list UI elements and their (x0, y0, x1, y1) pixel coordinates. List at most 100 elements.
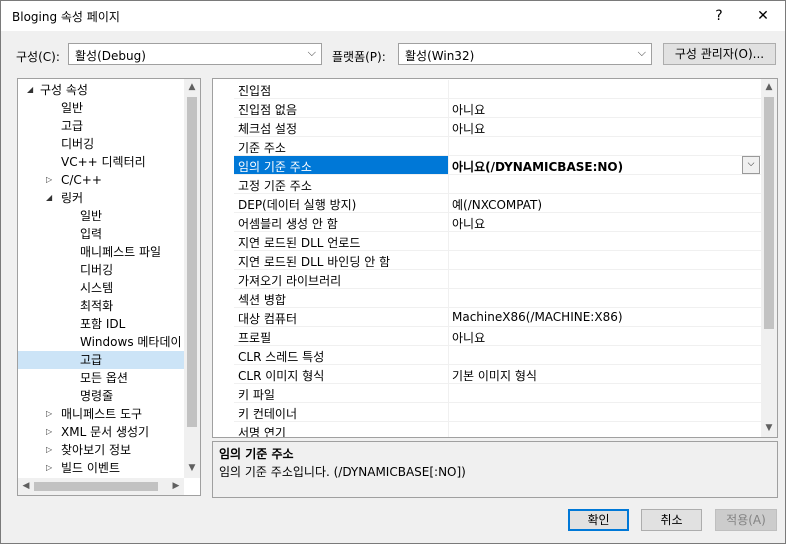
tree-item[interactable]: 입력 (18, 225, 184, 243)
grid-scroll-thumb[interactable] (764, 97, 774, 329)
column-divider (448, 137, 449, 156)
tree-item-label: 최적화 (80, 299, 114, 313)
property-value: MachineX86(/MACHINE:X86) (452, 310, 623, 324)
tree-item[interactable]: 최적화 (18, 297, 184, 315)
tree-vertical-scrollbar[interactable]: ▲ ▼ (184, 79, 200, 478)
scroll-right-icon[interactable]: ▶ (168, 481, 184, 491)
tree-item[interactable]: Windows 메타데이 (18, 333, 184, 351)
platform-combo[interactable]: 활성(Win32) ⌵ (398, 43, 652, 65)
tree-item[interactable]: 포함 IDL (18, 315, 184, 333)
column-divider (448, 365, 449, 384)
property-row[interactable]: 기준 주소 (234, 137, 761, 156)
tree-item[interactable]: 디버깅 (18, 261, 184, 279)
property-row[interactable]: DEP(데이터 실행 방지) 예(/NXCOMPAT) (234, 194, 761, 213)
apply-button[interactable]: 적용(A) (715, 509, 777, 531)
tree-item[interactable]: 일반 (18, 207, 184, 225)
property-name: 진입점 없음 (238, 103, 298, 117)
property-name: 체크섬 설정 (238, 122, 298, 136)
property-name: 키 파일 (238, 388, 275, 402)
property-name: CLR 스레드 특성 (238, 350, 325, 364)
config-manager-button[interactable]: 구성 관리자(O)... (663, 43, 776, 65)
property-name: 기준 주소 (238, 141, 286, 155)
tree-item[interactable]: 모든 옵션 (18, 369, 184, 387)
property-row[interactable]: CLR 스레드 특성 (234, 346, 761, 365)
tree-item[interactable]: ▷ C/C++ (18, 171, 184, 189)
tree-expander-icon[interactable]: ▷ (46, 459, 56, 477)
property-row[interactable]: 체크섬 설정 아니요 (234, 118, 761, 137)
property-row[interactable]: 임의 기준 주소 아니요(/DYNAMICBASE:NO) ⌵ (234, 156, 761, 175)
property-name: 섹션 병합 (238, 293, 286, 307)
property-row[interactable]: 서명 연기 (234, 422, 761, 437)
tree-hscroll-thumb[interactable] (34, 482, 158, 491)
property-row[interactable]: 프로필 아니요 (234, 327, 761, 346)
tree-item[interactable]: ▷ 찾아보기 정보 (18, 441, 184, 459)
tree-item[interactable]: 매니페스트 파일 (18, 243, 184, 261)
scroll-up-icon[interactable]: ▲ (761, 82, 777, 92)
scroll-down-icon[interactable]: ▼ (184, 463, 200, 473)
tree-item-label: Windows 메타데이 (80, 335, 182, 349)
tree-scroll-thumb[interactable] (187, 97, 197, 427)
tree-item[interactable]: 디버깅 (18, 135, 184, 153)
tree-item[interactable]: 고급 (18, 351, 184, 369)
property-row[interactable]: 고정 기준 주소 (234, 175, 761, 194)
tree-item[interactable]: 시스템 (18, 279, 184, 297)
tree-expander-icon[interactable]: ▷ (46, 405, 56, 423)
column-divider (448, 194, 449, 213)
window-title: Bloging 속성 페이지 (12, 10, 120, 24)
chevron-down-icon[interactable]: ⌵ (742, 156, 760, 174)
tree-item[interactable]: ◢ 구성 속성 (18, 81, 184, 99)
config-combo[interactable]: 활성(Debug) ⌵ (68, 43, 322, 65)
property-name: 고정 기준 주소 (238, 179, 312, 193)
tree-item-label: 링커 (61, 191, 84, 205)
tree-expander-icon[interactable]: ◢ (46, 189, 56, 207)
tree-item-label: 디버깅 (61, 137, 95, 151)
column-divider (448, 422, 449, 437)
property-row[interactable]: 키 컨테이너 (234, 403, 761, 422)
tree-item-label: C/C++ (61, 173, 102, 187)
column-divider (448, 270, 449, 289)
cancel-button[interactable]: 취소 (641, 509, 702, 531)
tree-expander-icon[interactable]: ◢ (27, 81, 37, 99)
tree-item-label: 명령줄 (80, 389, 114, 403)
tree-expander-icon[interactable]: ▷ (46, 441, 56, 459)
property-row[interactable]: 어셈블리 생성 안 함 아니요 (234, 213, 761, 232)
tree-item-label: 입력 (80, 227, 103, 241)
property-row[interactable]: 진입점 (234, 80, 761, 99)
property-row[interactable]: 키 파일 (234, 384, 761, 403)
tree-item[interactable]: 일반 (18, 99, 184, 117)
tree-item[interactable]: ▷ 매니페스트 도구 (18, 405, 184, 423)
tree-item[interactable]: 고급 (18, 117, 184, 135)
property-row[interactable]: CLR 이미지 형식 기본 이미지 형식 (234, 365, 761, 384)
tree-item-label: XML 문서 생성기 (61, 425, 150, 439)
tree-item[interactable]: VC++ 디렉터리 (18, 153, 184, 171)
help-button[interactable]: ? (697, 1, 741, 31)
property-row[interactable]: 진입점 없음 아니요 (234, 99, 761, 118)
property-name: 지연 로드된 DLL 바인딩 안 함 (238, 255, 391, 269)
tree-expander-icon[interactable]: ▷ (46, 171, 56, 189)
tree-item[interactable]: ◢ 링커 (18, 189, 184, 207)
property-name: 임의 기준 주소 (238, 160, 312, 174)
property-value: 예(/NXCOMPAT) (452, 198, 543, 212)
tree-item-label: 고급 (61, 119, 84, 133)
tree-item[interactable]: ▷ 빌드 이벤트 (18, 459, 184, 477)
ok-button[interactable]: 확인 (568, 509, 629, 531)
property-name: 어셈블리 생성 안 함 (238, 217, 338, 231)
property-name: DEP(데이터 실행 방지) (238, 198, 357, 212)
property-row[interactable]: 섹션 병합 (234, 289, 761, 308)
scroll-up-icon[interactable]: ▲ (184, 82, 200, 92)
property-row[interactable]: 대상 컴퓨터 MachineX86(/MACHINE:X86) (234, 308, 761, 327)
tree-item-label: 매니페스트 파일 (80, 245, 162, 259)
grid-vertical-scrollbar[interactable]: ▲ ▼ (761, 79, 777, 437)
property-row[interactable]: 지연 로드된 DLL 바인딩 안 함 (234, 251, 761, 270)
property-row[interactable]: 지연 로드된 DLL 언로드 (234, 232, 761, 251)
tree-item[interactable]: ▷ XML 문서 생성기 (18, 423, 184, 441)
close-button[interactable]: ✕ (741, 1, 785, 31)
scroll-down-icon[interactable]: ▼ (761, 423, 777, 433)
property-name: 대상 컴퓨터 (238, 312, 298, 326)
column-divider (448, 251, 449, 270)
tree-horizontal-scrollbar[interactable]: ◀ ▶ (18, 478, 184, 495)
tree-expander-icon[interactable]: ▷ (46, 423, 56, 441)
property-row[interactable]: 가져오기 라이브러리 (234, 270, 761, 289)
tree-item[interactable]: 명령줄 (18, 387, 184, 405)
scroll-left-icon[interactable]: ◀ (18, 481, 34, 491)
